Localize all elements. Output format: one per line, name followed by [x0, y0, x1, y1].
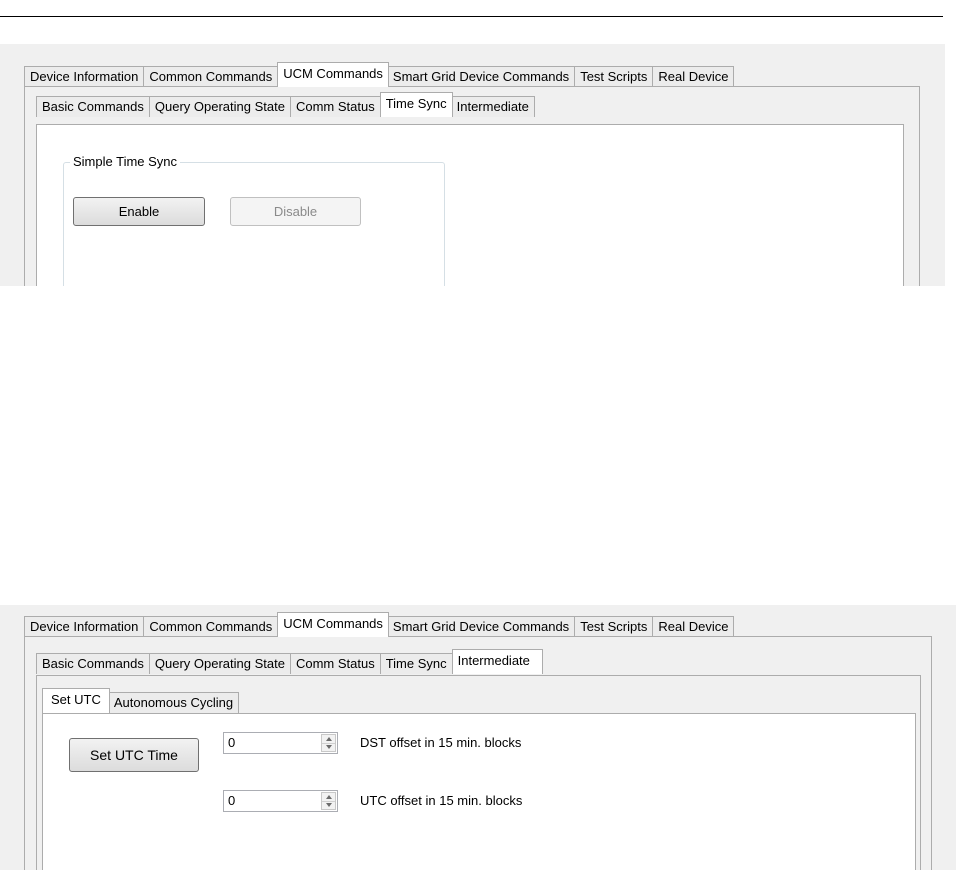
tab-time-sync[interactable]: Time Sync	[379, 653, 452, 674]
tab-basic-commands[interactable]: Basic Commands	[36, 96, 149, 117]
tab-ucm-commands[interactable]: UCM Commands	[277, 612, 389, 637]
dst-offset-value: 0	[228, 735, 236, 750]
time-sync-page: Simple Time Sync Enable Disable	[36, 124, 904, 286]
spin-down-icon[interactable]	[322, 743, 335, 751]
tab-query-operating-state[interactable]: Query Operating State	[148, 653, 290, 674]
utc-offset-spinner[interactable]: 0	[223, 790, 338, 812]
tab-set-utc[interactable]: Set UTC	[42, 688, 110, 713]
tab-common-commands[interactable]: Common Commands	[143, 616, 278, 637]
tab-intermediate[interactable]: Intermediate	[451, 649, 543, 674]
tab-smart-grid-device-commands[interactable]: Smart Grid Device Commands	[387, 616, 575, 637]
dst-offset-label: DST offset in 15 min. blocks	[360, 735, 522, 750]
simple-time-sync-group: Simple Time Sync Enable Disable	[63, 154, 445, 286]
main-tab-strip-2: Device Information Common Commands UCM C…	[24, 612, 735, 637]
tab-intermediate[interactable]: Intermediate	[451, 96, 535, 117]
tab-real-device[interactable]: Real Device	[652, 66, 735, 87]
main-tab-strip: Device Information Common Commands UCM C…	[24, 62, 735, 87]
tab-query-operating-state[interactable]: Query Operating State	[148, 96, 290, 117]
simple-time-sync-title: Simple Time Sync	[70, 154, 181, 169]
intermediate-panel: Device Information Common Commands UCM C…	[0, 605, 956, 870]
tab-smart-grid-device-commands[interactable]: Smart Grid Device Commands	[387, 66, 575, 87]
dst-offset-spinner[interactable]: 0	[223, 732, 338, 754]
tab-test-scripts[interactable]: Test Scripts	[574, 66, 653, 87]
utc-spin-buttons	[321, 792, 336, 810]
set-utc-time-button[interactable]: Set UTC Time	[69, 738, 199, 772]
tab-device-information[interactable]: Device Information	[24, 616, 144, 637]
tab-test-scripts[interactable]: Test Scripts	[574, 616, 653, 637]
tab-real-device[interactable]: Real Device	[652, 616, 735, 637]
spin-down-icon[interactable]	[322, 801, 335, 809]
tab-autonomous-cycling[interactable]: Autonomous Cycling	[108, 692, 240, 713]
top-divider-line	[0, 16, 943, 17]
enable-button[interactable]: Enable	[73, 197, 205, 226]
disable-button[interactable]: Disable	[230, 197, 361, 226]
utc-offset-label: UTC offset in 15 min. blocks	[360, 793, 523, 808]
tab-ucm-commands[interactable]: UCM Commands	[277, 62, 389, 87]
sub-tab-strip: Basic Commands Query Operating State Com…	[36, 92, 535, 117]
tab-comm-status[interactable]: Comm Status	[289, 653, 380, 674]
tab-common-commands[interactable]: Common Commands	[143, 66, 278, 87]
inner-tab-strip: Set UTC Autonomous Cycling	[42, 688, 240, 713]
time-sync-panel: Device Information Common Commands UCM C…	[0, 44, 945, 286]
tab-basic-commands[interactable]: Basic Commands	[36, 653, 149, 674]
tab-device-information[interactable]: Device Information	[24, 66, 144, 87]
set-utc-page: Set UTC Time 0 DST offset in 15 min. blo…	[42, 713, 916, 870]
tab-time-sync[interactable]: Time Sync	[379, 92, 453, 117]
dst-spin-buttons	[321, 734, 336, 752]
sub-tab-strip-2: Basic Commands Query Operating State Com…	[36, 649, 543, 674]
tab-comm-status[interactable]: Comm Status	[289, 96, 380, 117]
utc-offset-value: 0	[228, 793, 236, 808]
